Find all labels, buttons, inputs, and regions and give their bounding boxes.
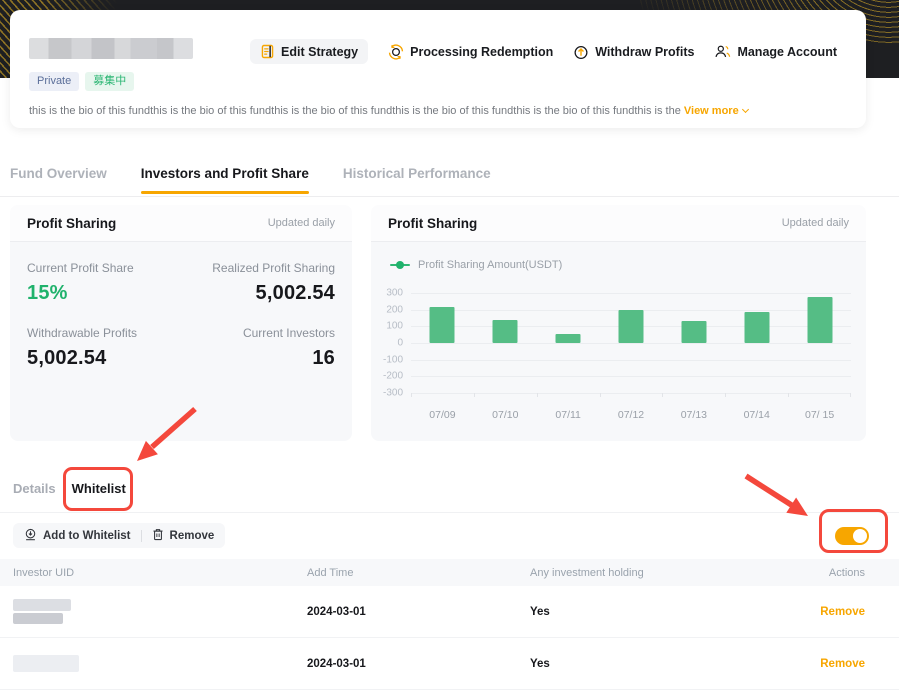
summary-updated-label: Updated daily bbox=[267, 217, 335, 229]
col-investment-holding: Any investment holding bbox=[530, 566, 644, 579]
table-row: 2024-03-01 Yes Remove bbox=[0, 586, 899, 638]
chart-legend: Profit Sharing Amount(USDT) bbox=[390, 259, 866, 271]
edit-strategy-icon bbox=[260, 44, 275, 59]
withdraw-profits-button[interactable]: Withdraw Profits bbox=[573, 44, 694, 60]
tab-investors-profit-share[interactable]: Investors and Profit Share bbox=[140, 166, 309, 194]
badge-row: Private 募集中 bbox=[29, 72, 135, 91]
col-investor-uid: Investor UID bbox=[13, 566, 75, 579]
withdraw-profits-icon bbox=[573, 44, 589, 60]
whitelist-toolbar: Add to Whitelist Remove bbox=[13, 523, 226, 548]
manage-account-icon bbox=[714, 44, 731, 59]
withdrawable-profits-value: 5,002.54 bbox=[27, 347, 107, 369]
row-remove-link[interactable]: Remove bbox=[820, 658, 865, 670]
legend-series-icon bbox=[390, 261, 410, 269]
summary-card-title: Profit Sharing bbox=[27, 215, 117, 231]
stat-current-investors: Current Investors 16 bbox=[242, 326, 335, 369]
row-remove-link[interactable]: Remove bbox=[820, 606, 865, 618]
tab-historical-performance[interactable]: Historical Performance bbox=[343, 166, 491, 194]
chart-updated-label: Updated daily bbox=[781, 217, 849, 229]
investor-uid-redacted bbox=[13, 655, 79, 672]
chart-x-axis: 07/09 07/10 07/11 07/12 07/13 07/14 07/ 15 bbox=[429, 409, 835, 421]
manage-account-button[interactable]: Manage Account bbox=[714, 44, 837, 59]
chevron-down-icon bbox=[741, 105, 749, 114]
chart-card-title: Profit Sharing bbox=[388, 215, 478, 231]
remove-label: Remove bbox=[169, 529, 215, 542]
edit-strategy-label: Edit Strategy bbox=[281, 44, 359, 59]
view-more-link[interactable]: View more bbox=[684, 105, 749, 117]
chart-y-axis: 300 200 100 0 -100 -200 -300 bbox=[382, 287, 403, 399]
tab-fund-overview[interactable]: Fund Overview bbox=[10, 166, 107, 194]
processing-redemption-icon bbox=[388, 44, 404, 60]
remove-button[interactable]: Remove bbox=[152, 528, 215, 544]
stat-current-profit-share: Current Profit Share 15% bbox=[27, 261, 134, 304]
page: Private 募集中 this is the bio of this fund… bbox=[0, 0, 899, 697]
stat-withdrawable-profits: Withdrawable Profits 5,002.54 bbox=[27, 326, 138, 369]
manage-account-label: Manage Account bbox=[737, 44, 837, 59]
stat-realized-profit-sharing: Realized Profit Sharing 5,002.54 bbox=[212, 261, 335, 304]
main-tabs: Fund Overview Investors and Profit Share… bbox=[10, 166, 491, 194]
add-to-whitelist-button[interactable]: Add to Whitelist bbox=[24, 528, 131, 544]
holding-cell: Yes bbox=[530, 657, 550, 670]
realized-profit-sharing-value: 5,002.54 bbox=[255, 282, 335, 304]
col-add-time: Add Time bbox=[307, 566, 354, 579]
legend-label: Profit Sharing Amount(USDT) bbox=[418, 259, 563, 271]
hero-actions: Edit Strategy Processing Redemption With… bbox=[250, 39, 837, 64]
add-time-cell: 2024-03-01 bbox=[307, 605, 366, 618]
trash-icon bbox=[152, 528, 164, 544]
active-tab-underline bbox=[140, 191, 309, 194]
toolbar-separator bbox=[140, 529, 142, 542]
add-to-whitelist-icon bbox=[24, 528, 37, 544]
withdraw-profits-label: Withdraw Profits bbox=[595, 44, 695, 59]
current-profit-share-value: 15% bbox=[27, 282, 68, 304]
table-row: 2024-03-01 Yes Remove bbox=[0, 638, 899, 690]
profit-sharing-chart-card: Profit Sharing Updated daily Profit Shar… bbox=[371, 205, 866, 441]
recruiting-badge: 募集中 bbox=[85, 72, 135, 91]
annotation-box-whitelist bbox=[63, 467, 133, 511]
edit-strategy-button[interactable]: Edit Strategy bbox=[250, 39, 369, 64]
holding-cell: Yes bbox=[530, 605, 550, 618]
annotation-arrow-whitelist bbox=[137, 406, 197, 461]
processing-redemption-label: Processing Redemption bbox=[410, 44, 554, 59]
profit-sharing-chart: 300 200 100 0 -100 -200 -300 bbox=[371, 287, 866, 399]
processing-redemption-button[interactable]: Processing Redemption bbox=[388, 44, 553, 60]
chart-plot bbox=[411, 293, 851, 397]
fund-name-redacted bbox=[29, 38, 193, 59]
whitelist-table-header: Investor UID Add Time Any investment hol… bbox=[0, 559, 899, 586]
annotation-box-toggle bbox=[819, 509, 888, 553]
fund-bio: this is the bio of this fundthis is the … bbox=[29, 105, 839, 117]
investor-uid-redacted bbox=[13, 599, 71, 624]
fund-header-card: Private 募集中 this is the bio of this fund… bbox=[10, 10, 866, 128]
tab-details[interactable]: Details bbox=[13, 481, 56, 496]
annotation-arrow-toggle bbox=[744, 473, 808, 516]
add-time-cell: 2024-03-01 bbox=[307, 657, 366, 670]
tabs-divider bbox=[0, 196, 899, 197]
fund-bio-text: this is the bio of this fundthis is the … bbox=[29, 105, 684, 117]
add-to-whitelist-label: Add to Whitelist bbox=[43, 529, 131, 542]
col-actions: Actions bbox=[828, 566, 865, 579]
private-badge: Private bbox=[29, 72, 80, 91]
current-investors-value: 16 bbox=[312, 347, 335, 369]
